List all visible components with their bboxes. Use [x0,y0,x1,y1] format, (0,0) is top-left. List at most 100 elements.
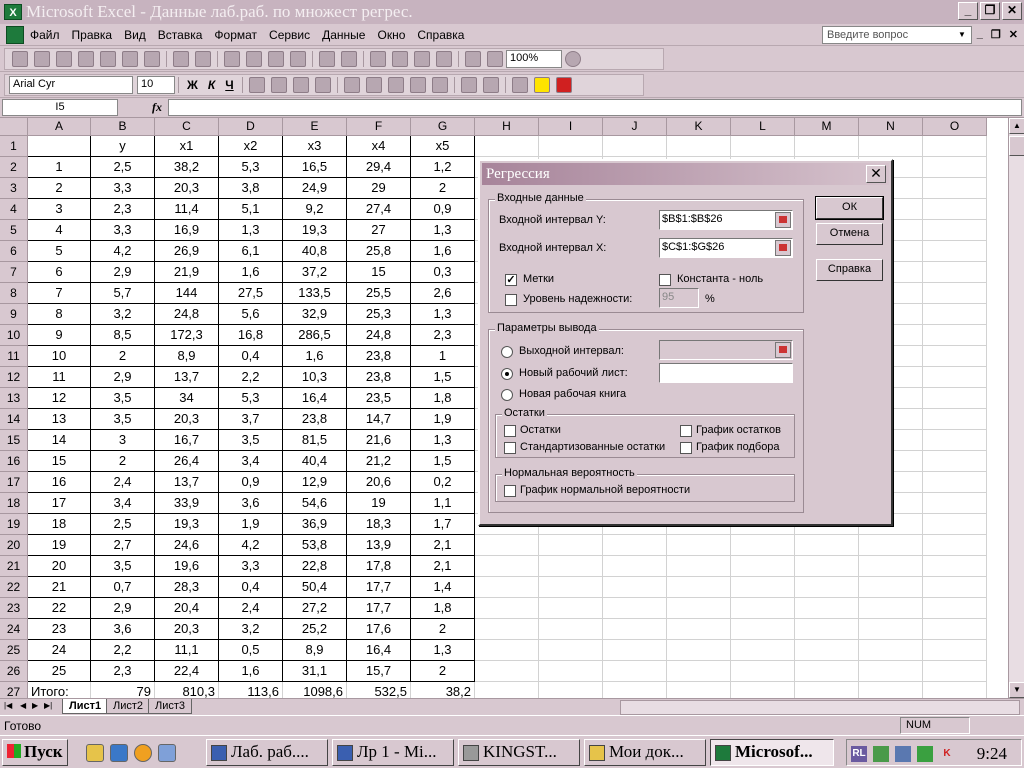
cell-e6[interactable]: 40,8 [283,241,347,262]
cell-i22[interactable] [539,577,603,598]
cell-e15[interactable]: 81,5 [283,430,347,451]
cell-g20[interactable]: 2,1 [411,535,475,556]
cell-d23[interactable]: 2,4 [219,598,283,619]
row-header[interactable]: 7 [0,262,28,283]
fill-color-icon[interactable] [533,77,550,93]
cell-a12[interactable]: 11 [28,367,91,388]
outlook-icon[interactable] [158,744,176,762]
cell-j25[interactable] [603,640,667,661]
cell-e24[interactable]: 25,2 [283,619,347,640]
cell-k23[interactable] [667,598,731,619]
cell-j22[interactable] [603,577,667,598]
cell-d14[interactable]: 3,7 [219,409,283,430]
cell-b14[interactable]: 3,5 [91,409,155,430]
fit-plot-checkbox[interactable] [680,442,692,454]
cell-j1[interactable] [603,136,667,157]
cell-i24[interactable] [539,619,603,640]
italic-button[interactable]: К [208,78,215,92]
sheet-tab-3[interactable]: Лист3 [148,699,193,714]
cell-b25[interactable]: 2,2 [91,640,155,661]
cell-e23[interactable]: 27,2 [283,598,347,619]
cell-o13[interactable] [923,388,987,409]
row-header[interactable]: 9 [0,304,28,325]
cell-o25[interactable] [923,640,987,661]
row-header[interactable]: 10 [0,325,28,346]
row-header[interactable]: 18 [0,493,28,514]
cell-o18[interactable] [923,493,987,514]
cell-d20[interactable]: 4,2 [219,535,283,556]
cell-h21[interactable] [475,556,539,577]
ok-button[interactable]: ОК [815,196,884,220]
cell-j24[interactable] [603,619,667,640]
cell-g5[interactable]: 1,3 [411,220,475,241]
cell-a13[interactable]: 12 [28,388,91,409]
zoom-select[interactable]: 100% [506,50,562,68]
cell-f4[interactable]: 27,4 [347,199,411,220]
cell-n21[interactable] [859,556,923,577]
cell-b9[interactable]: 3,2 [91,304,155,325]
cell-b6[interactable]: 4,2 [91,241,155,262]
cell-c12[interactable]: 13,7 [155,367,219,388]
row-header[interactable]: 21 [0,556,28,577]
new-icon[interactable] [12,51,28,67]
task-kingston[interactable]: KINGST... [458,739,580,766]
cell-e11[interactable]: 1,6 [283,346,347,367]
spelling-icon[interactable] [173,51,189,67]
cell-f14[interactable]: 14,7 [347,409,411,430]
cell-d11[interactable]: 0,4 [219,346,283,367]
confidence-checkbox[interactable] [505,294,517,306]
cell-m26[interactable] [795,661,859,682]
cell-o8[interactable] [923,283,987,304]
cell-o14[interactable] [923,409,987,430]
cell-c25[interactable]: 11,1 [155,640,219,661]
align-center-icon[interactable] [270,77,287,93]
cell-e25[interactable]: 8,9 [283,640,347,661]
range-select-icon[interactable] [775,342,791,358]
row-header[interactable]: 23 [0,598,28,619]
cell-f16[interactable]: 21,2 [347,451,411,472]
cell-e3[interactable]: 24,9 [283,178,347,199]
cell-n27[interactable] [859,682,923,698]
cell-g21[interactable]: 2,1 [411,556,475,577]
row-header[interactable]: 1 [0,136,28,157]
cell-f6[interactable]: 25,8 [347,241,411,262]
cell-l24[interactable] [731,619,795,640]
percent-icon[interactable] [365,77,382,93]
cell-g26[interactable]: 2 [411,661,475,682]
cell-c1[interactable]: x1 [155,136,219,157]
cell-i21[interactable] [539,556,603,577]
cell-f7[interactable]: 15 [347,262,411,283]
cell-c27[interactable]: 810,3 [155,682,219,698]
cell-d18[interactable]: 3,6 [219,493,283,514]
row-header[interactable]: 19 [0,514,28,535]
new-sheet-field[interactable] [659,363,793,383]
doc-close-button[interactable]: ✕ [1009,28,1018,41]
clock[interactable]: 9:24 [977,744,1007,764]
cell-b13[interactable]: 3,5 [91,388,155,409]
cell-h25[interactable] [475,640,539,661]
cell-k26[interactable] [667,661,731,682]
cell-m24[interactable] [795,619,859,640]
cell-d22[interactable]: 0,4 [219,577,283,598]
cell-o7[interactable] [923,262,987,283]
cell-j27[interactable] [603,682,667,698]
cell-b7[interactable]: 2,9 [91,262,155,283]
cell-f21[interactable]: 17,8 [347,556,411,577]
cell-e8[interactable]: 133,5 [283,283,347,304]
cell-o12[interactable] [923,367,987,388]
cell-c2[interactable]: 38,2 [155,157,219,178]
cell-k25[interactable] [667,640,731,661]
menu-insert[interactable]: Вставка [152,28,209,42]
cell-o24[interactable] [923,619,987,640]
font-size-select[interactable]: 10 [137,76,175,94]
cell-a8[interactable]: 7 [28,283,91,304]
row-header[interactable]: 27 [0,682,28,698]
help-button[interactable]: Справка [816,259,883,281]
cell-o6[interactable] [923,241,987,262]
chart-wizard-icon[interactable] [465,51,481,67]
cell-c8[interactable]: 144 [155,283,219,304]
row-header[interactable]: 13 [0,388,28,409]
menu-edit[interactable]: Правка [66,28,119,42]
cell-b10[interactable]: 8,5 [91,325,155,346]
column-header-o[interactable]: O [923,118,987,136]
